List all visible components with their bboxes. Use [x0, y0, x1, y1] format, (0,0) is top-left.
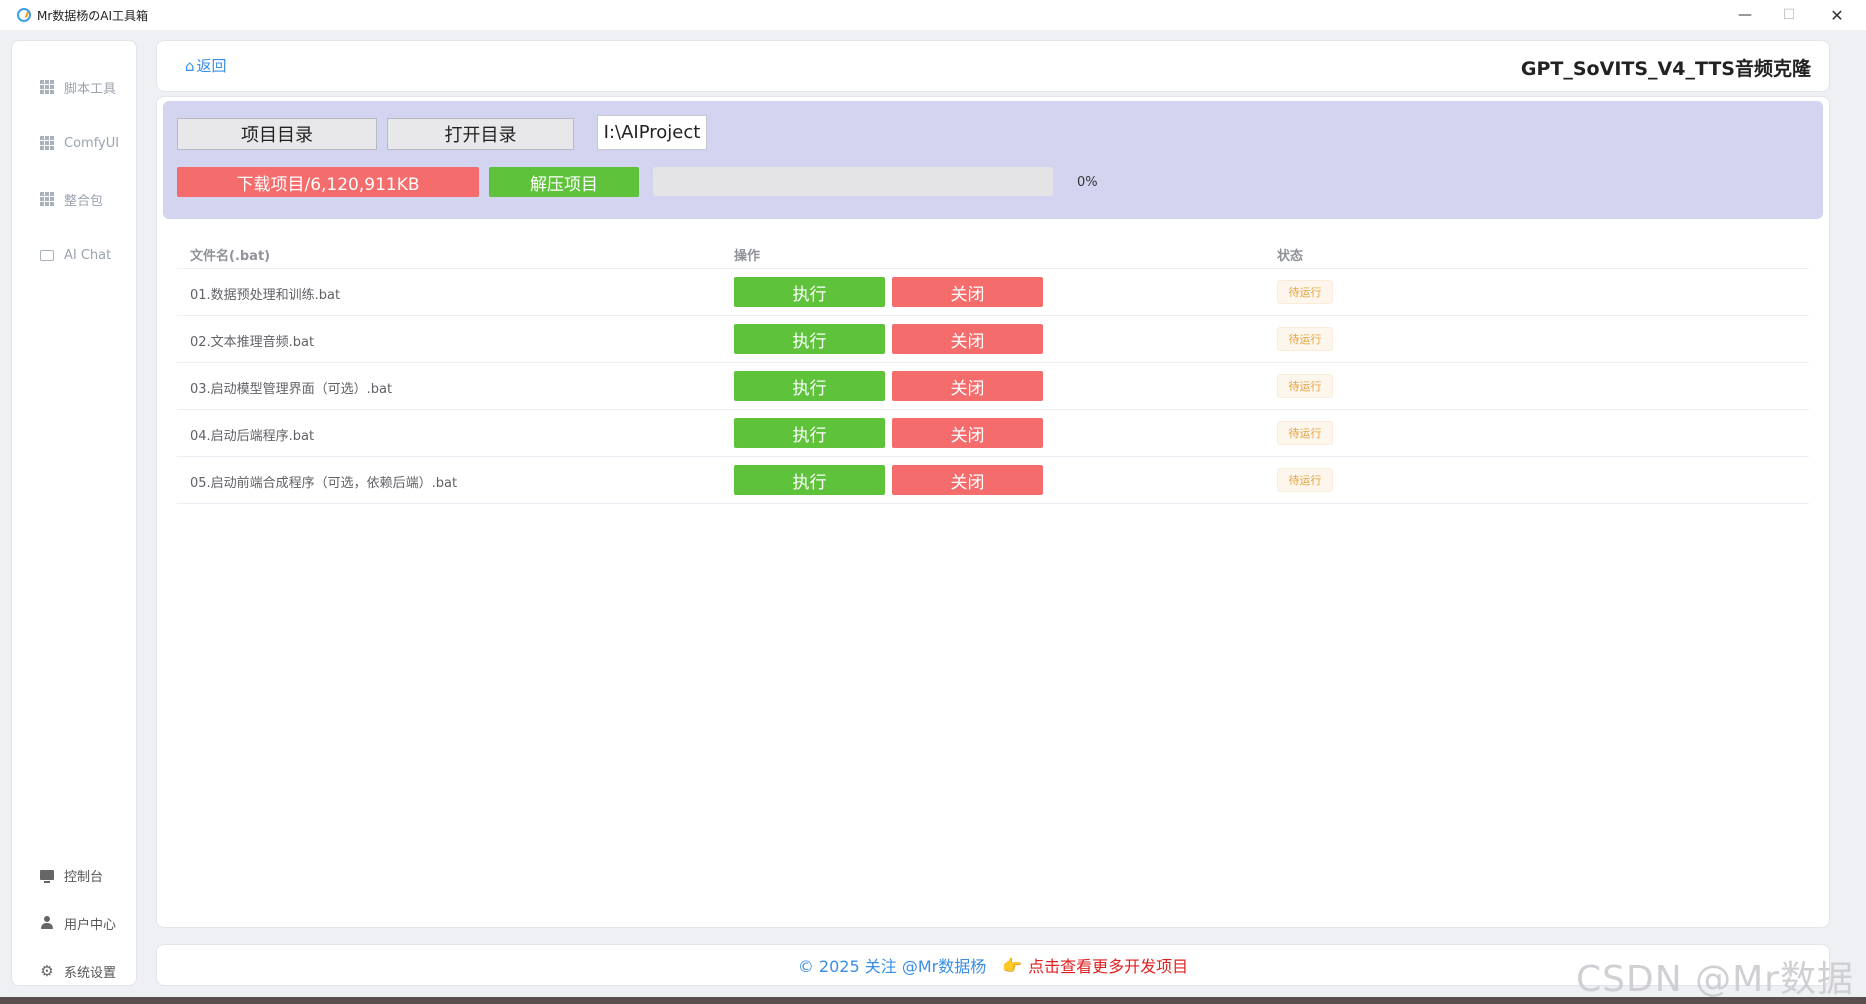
run-button[interactable]: 执行: [734, 418, 885, 448]
open-dir-button[interactable]: 打开目录: [387, 118, 574, 150]
sidebar-item-label: AI Chat: [64, 247, 112, 263]
home-icon: ⌂: [185, 56, 195, 75]
progress-text: 0%: [1077, 175, 1098, 190]
pointing-hand-icon: 👉: [1002, 955, 1023, 975]
header-bar: ⌂ 返回 GPT_SoVITS_V4_TTS音频克隆: [156, 40, 1830, 92]
file-name: 03.启动模型管理界面（可选）.bat: [190, 382, 393, 397]
sidebar-item-console[interactable]: 控制台: [12, 855, 138, 895]
status-badge: 待运行: [1277, 468, 1333, 492]
sidebar-item-user-center[interactable]: 用户中心: [12, 903, 138, 943]
file-name: 01.数据预处理和训练.bat: [190, 288, 341, 303]
sidebar-item-label: 系统设置: [64, 965, 117, 981]
file-name: 05.启动前端合成程序（可选，依赖后端）.bat: [190, 476, 458, 491]
sidebar-item-comfyui[interactable]: ComfyUI: [12, 123, 138, 163]
sidebar: 脚本工具 ComfyUI 整合包 AI Chat 控制台 用户中心 ⚙ 系统设置: [11, 40, 137, 986]
status-badge: 待运行: [1277, 421, 1333, 445]
download-progress-bar: [653, 167, 1053, 196]
grid-icon: [40, 192, 54, 206]
user-icon: [40, 916, 54, 930]
maximize-button[interactable]: ☐: [1766, 0, 1812, 30]
app-window: Mr数据杨のAI工具箱 — ☐ ✕ 脚本工具 ComfyUI 整合包 AI Ch…: [0, 0, 1866, 1000]
status-badge: 待运行: [1277, 374, 1333, 398]
minimize-button[interactable]: —: [1722, 0, 1768, 30]
close-window-button[interactable]: ✕: [1814, 0, 1860, 30]
sidebar-item-bundles[interactable]: 整合包: [12, 179, 138, 219]
sidebar-item-label: 控制台: [64, 869, 104, 885]
sidebar-item-settings[interactable]: ⚙ 系统设置: [12, 951, 138, 991]
file-name: 04.启动后端程序.bat: [190, 429, 315, 444]
sidebar-item-ai-chat[interactable]: AI Chat: [12, 235, 138, 275]
desktop-background-strip: [0, 997, 1866, 1004]
header-filename: 文件名(.bat): [190, 249, 271, 264]
table-row: 02.文本推理音频.bat 执行 关闭 待运行: [177, 316, 1809, 363]
chat-icon: [40, 248, 54, 262]
stop-button[interactable]: 关闭: [892, 418, 1043, 448]
table-header: 文件名(.bat) 操作 状态: [177, 231, 1809, 269]
run-button[interactable]: 执行: [734, 465, 885, 495]
project-dir-button[interactable]: 项目目录: [177, 118, 377, 150]
sidebar-item-label: 脚本工具: [64, 81, 117, 97]
gear-icon: ⚙: [40, 962, 54, 980]
copyright-text[interactable]: © 2025 关注 @Mr数据杨: [798, 953, 986, 977]
window-title: Mr数据杨のAI工具箱: [37, 8, 149, 23]
status-badge: 待运行: [1277, 327, 1333, 351]
monitor-icon: [40, 868, 54, 883]
title-bar: Mr数据杨のAI工具箱 — ☐ ✕: [0, 0, 1866, 30]
grid-icon: [40, 136, 54, 150]
run-button[interactable]: 执行: [734, 277, 885, 307]
table-row: 01.数据预处理和训练.bat 执行 关闭 待运行: [177, 269, 1809, 316]
sidebar-item-script-tools[interactable]: 脚本工具: [12, 67, 138, 107]
bat-file-table: 文件名(.bat) 操作 状态 01.数据预处理和训练.bat 执行 关闭 待运…: [177, 231, 1809, 504]
stop-button[interactable]: 关闭: [892, 465, 1043, 495]
header-status: 状态: [1277, 249, 1304, 264]
app-logo-icon: [17, 8, 31, 22]
table-row: 04.启动后端程序.bat 执行 关闭 待运行: [177, 410, 1809, 457]
watermark: CSDN @Mr数据杨: [1576, 959, 1854, 1000]
stop-button[interactable]: 关闭: [892, 324, 1043, 354]
more-projects-link[interactable]: 点击查看更多开发项目: [1028, 953, 1188, 977]
sidebar-item-label: 用户中心: [64, 917, 117, 933]
stop-button[interactable]: 关闭: [892, 277, 1043, 307]
table-row: 03.启动模型管理界面（可选）.bat 执行 关闭 待运行: [177, 363, 1809, 410]
file-name: 02.文本推理音频.bat: [190, 335, 315, 350]
sidebar-item-label: 整合包: [64, 193, 104, 209]
project-path-field[interactable]: I:\AIProject: [597, 115, 707, 150]
run-button[interactable]: 执行: [734, 324, 885, 354]
download-project-button[interactable]: 下载项目/6,120,911KB: [177, 167, 479, 197]
table-row: 05.启动前端合成程序（可选，依赖后端）.bat 执行 关闭 待运行: [177, 457, 1809, 504]
extract-project-button[interactable]: 解压项目: [489, 167, 639, 197]
grid-icon: [40, 80, 54, 94]
sidebar-item-label: ComfyUI: [64, 135, 120, 151]
page-title: GPT_SoVITS_V4_TTS音频克隆: [1520, 58, 1811, 80]
back-label: 返回: [196, 57, 227, 75]
control-panel: 项目目录 打开目录 I:\AIProject 下载项目/6,120,911KB …: [163, 101, 1823, 219]
header-actions: 操作: [734, 249, 761, 264]
status-badge: 待运行: [1277, 280, 1333, 304]
main-content: 项目目录 打开目录 I:\AIProject 下载项目/6,120,911KB …: [156, 96, 1830, 928]
stop-button[interactable]: 关闭: [892, 371, 1043, 401]
back-button[interactable]: ⌂ 返回: [185, 55, 227, 76]
run-button[interactable]: 执行: [734, 371, 885, 401]
